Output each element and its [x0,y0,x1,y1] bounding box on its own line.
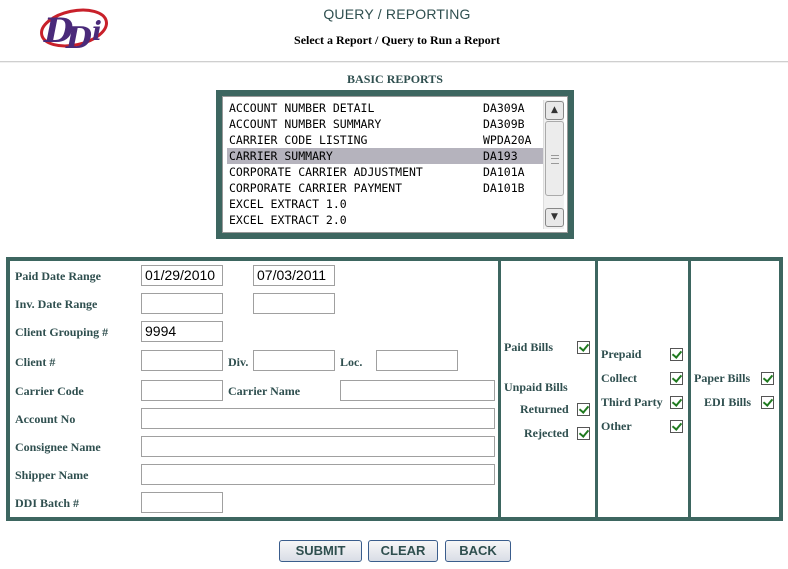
clear-button[interactable]: CLEAR [368,540,438,562]
report-list-scrollbar[interactable]: ▲ ▼ [543,100,564,229]
paid-bills-checkbox[interactable] [577,341,590,354]
other-checkbox[interactable] [670,420,683,433]
report-code: DA101A [483,165,525,179]
report-option-selected[interactable]: CARRIER SUMMARY DA193 [227,148,544,164]
paid-date-range-label: Paid Date Range [15,269,101,283]
account-no-input[interactable] [141,408,495,429]
carrier-name-label: Carrier Name [228,384,301,398]
report-name: CORPORATE CARRIER PAYMENT [229,181,403,195]
scroll-up-icon[interactable]: ▲ [545,101,564,120]
back-button[interactable]: BACK [445,540,511,562]
consignee-name-label: Consignee Name [15,440,101,454]
third-party-checkbox[interactable] [670,396,683,409]
report-name: EXCEL EXTRACT 2.0 [229,213,347,227]
paper-bills-checkbox[interactable] [761,372,774,385]
collect-label: Collect [601,371,637,385]
report-name: EXCEL EXTRACT 1.0 [229,197,347,211]
rejected-checkbox[interactable] [577,427,590,440]
loc-label: Loc. [340,355,363,369]
reports-section-title: BASIC REPORTS [347,72,443,86]
other-label: Other [601,419,632,433]
ddi-batch-input[interactable] [141,492,223,513]
rejected-label: Rejected [524,426,569,440]
edi-bills-checkbox[interactable] [761,396,774,409]
report-option[interactable]: EXCEL EXTRACT 1.0 [227,196,544,212]
paid-date-to-input[interactable]: 07/03/2011 [253,265,335,286]
report-option[interactable]: CARRIER CODE LISTING WPDA20A [227,132,544,148]
shipper-name-input[interactable] [141,464,495,485]
report-name: ACCOUNT NUMBER SUMMARY [229,117,382,131]
report-code: DA309B [483,117,525,131]
report-name: CARRIER CODE LISTING [229,133,368,147]
report-code: DA309A [483,101,525,115]
report-code: DA101B [483,181,525,195]
third-party-label: Third Party [601,395,663,409]
returned-checkbox[interactable] [577,403,590,416]
client-input[interactable] [141,350,223,371]
report-option[interactable]: CORPORATE CARRIER ADJUSTMENT DA101A [227,164,544,180]
page-subtitle: Select a Report / Query to Run a Report [294,33,500,47]
loc-input[interactable] [376,350,458,371]
edi-bills-label: EDI Bills [704,395,752,409]
column-divider [498,257,501,521]
page-title: QUERY / REPORTING [323,6,471,22]
consignee-name-input[interactable] [141,436,495,457]
column-divider [595,257,598,521]
column-divider [688,257,691,521]
unpaid-bills-label: Unpaid Bills [504,380,568,394]
report-option[interactable]: ACCOUNT NUMBER SUMMARY DA309B [227,116,544,132]
paid-date-from-input[interactable]: 01/29/2010 [141,265,223,286]
client-grouping-input[interactable]: 9994 [141,321,223,342]
report-code: DA193 [483,149,518,163]
carrier-code-input[interactable] [141,380,223,401]
client-label: Client # [15,355,56,369]
report-option[interactable]: EXCEL EXTRACT 2.0 [227,212,544,228]
report-code: WPDA20A [483,133,532,147]
shipper-name-label: Shipper Name [15,468,89,482]
paper-bills-label: Paper Bills [694,371,751,385]
carrier-code-label: Carrier Code [15,384,84,398]
paid-bills-label: Paid Bills [504,340,554,354]
account-no-label: Account No [15,412,76,426]
header-divider [0,61,788,63]
prepaid-label: Prepaid [601,347,642,361]
ddi-batch-label: DDI Batch # [15,496,80,510]
scroll-down-icon[interactable]: ▼ [545,208,564,227]
report-list[interactable]: ACCOUNT NUMBER DETAIL DA309A ACCOUNT NUMB… [227,100,544,228]
inv-date-from-input[interactable] [141,293,223,314]
report-name: CARRIER SUMMARY [229,149,333,163]
grip-icon [551,155,559,164]
client-grouping-label: Client Grouping # [15,325,109,339]
report-name: ACCOUNT NUMBER DETAIL [229,101,375,115]
report-option[interactable]: ACCOUNT NUMBER DETAIL DA309A [227,100,544,116]
returned-label: Returned [520,402,569,416]
div-label: Div. [228,355,249,369]
report-option[interactable]: CORPORATE CARRIER PAYMENT DA101B [227,180,544,196]
prepaid-checkbox[interactable] [670,348,683,361]
div-input[interactable] [253,350,335,371]
submit-button[interactable]: SUBMIT [279,540,362,562]
carrier-name-input[interactable] [340,380,495,401]
inv-date-range-label: Inv. Date Range [15,297,98,311]
inv-date-to-input[interactable] [253,293,335,314]
scroll-thumb[interactable] [545,121,564,196]
report-name: CORPORATE CARRIER ADJUSTMENT [229,165,423,179]
collect-checkbox[interactable] [670,372,683,385]
